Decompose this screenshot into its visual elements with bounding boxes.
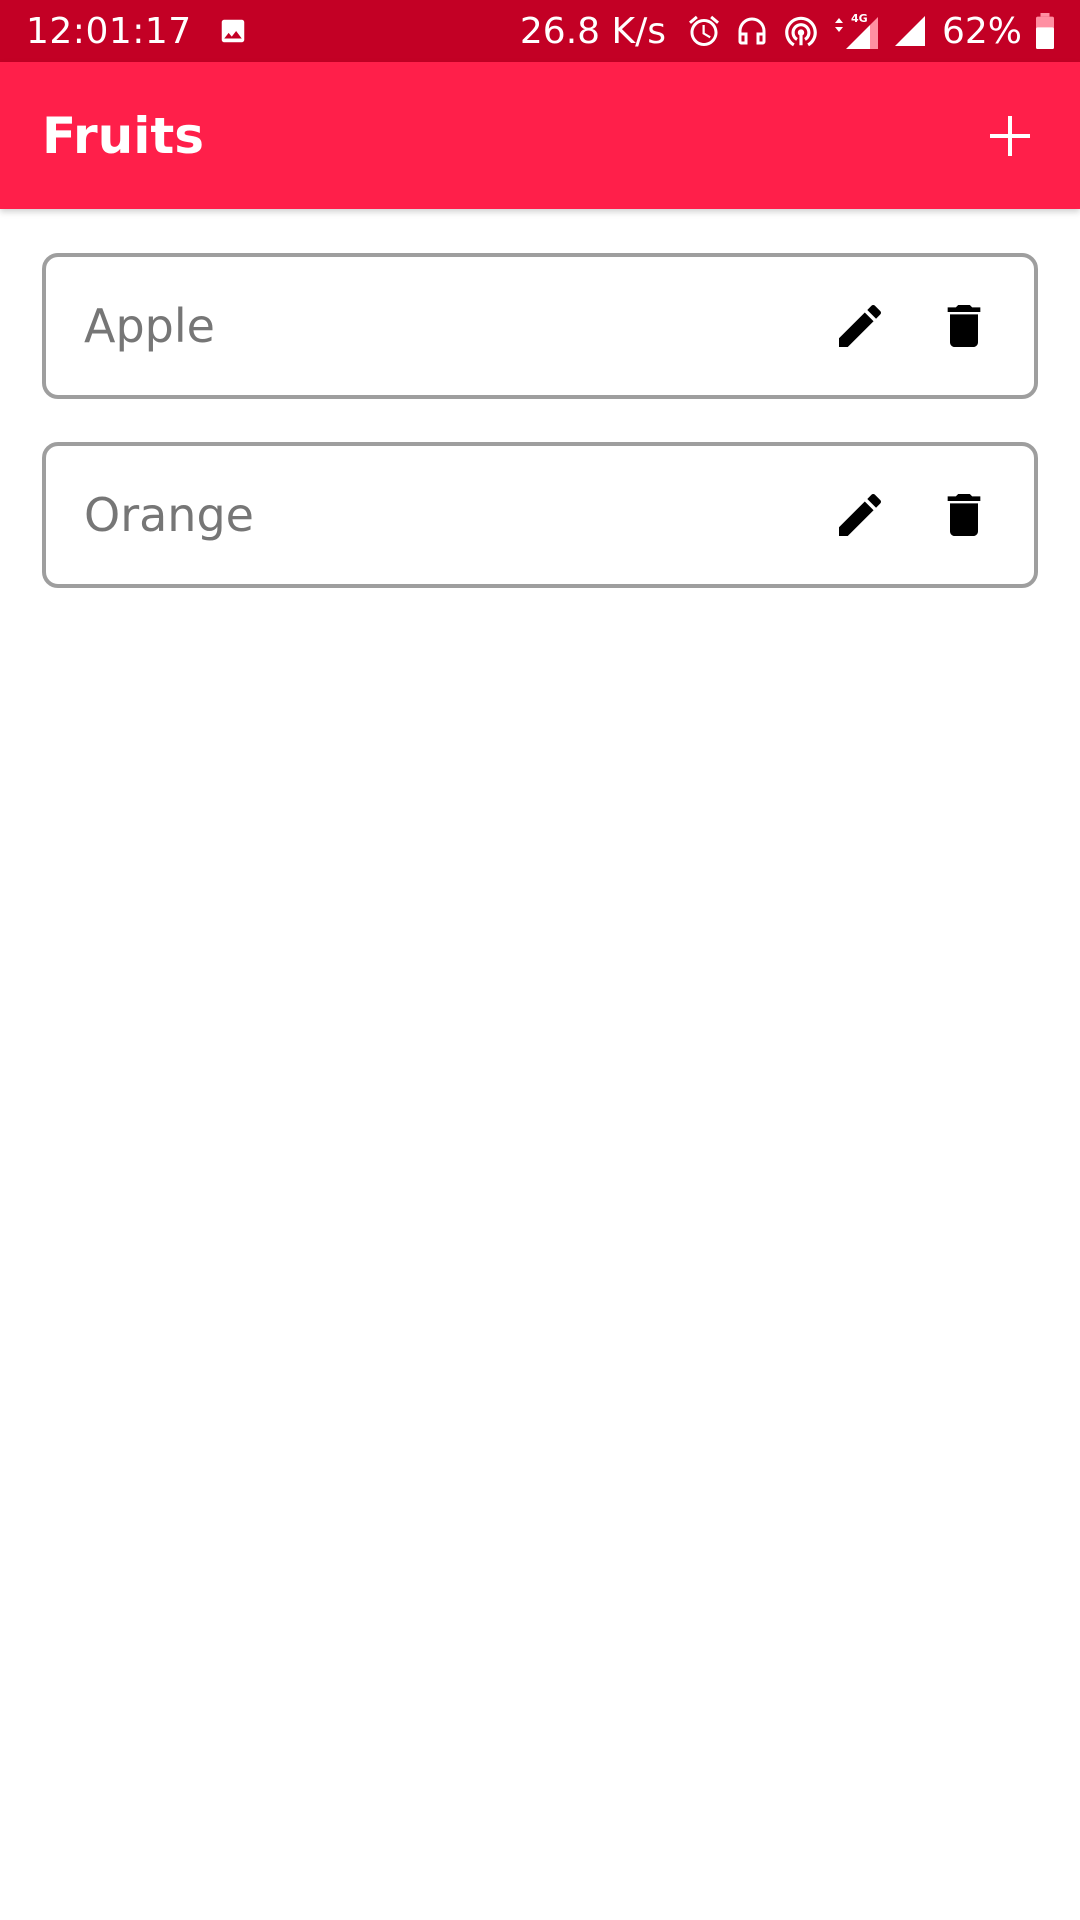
app-bar: Fruits [0, 62, 1080, 209]
trash-icon [947, 305, 981, 347]
status-right: 26.8 K/s 4G 62% [520, 11, 1056, 52]
item-label: Orange [84, 488, 254, 542]
delete-button[interactable] [934, 485, 994, 545]
edit-button[interactable] [830, 485, 890, 545]
add-button[interactable] [980, 106, 1040, 166]
fruit-list: Apple Orange [42, 253, 1038, 631]
item-actions [830, 296, 994, 356]
status-time: 12:01:17 [26, 10, 192, 52]
status-left: 12:01:17 [26, 11, 248, 52]
list-item[interactable]: Orange [42, 442, 1038, 588]
page-title: Fruits [42, 106, 205, 165]
battery-icon [1034, 13, 1056, 49]
signal-icon [892, 13, 928, 49]
trash-icon [947, 494, 981, 536]
edit-button[interactable] [830, 296, 890, 356]
battery-percent: 62% [941, 10, 1022, 52]
pencil-icon [839, 493, 882, 536]
status-bar: 12:01:17 26.8 K/s 4G 62% [0, 0, 1080, 62]
headphones-icon [734, 13, 770, 49]
item-label: Apple [84, 299, 215, 353]
svg-text:4G: 4G [851, 12, 868, 25]
delete-button[interactable] [934, 296, 994, 356]
plus-icon [990, 115, 1030, 156]
alarm-icon [686, 13, 722, 49]
item-actions [830, 485, 994, 545]
pencil-icon [839, 304, 882, 347]
hotspot-icon [782, 12, 820, 50]
image-icon [218, 16, 248, 46]
network-speed: 26.8 K/s [519, 10, 666, 52]
list-item[interactable]: Apple [42, 253, 1038, 399]
signal-4g-icon: 4G [832, 11, 880, 51]
